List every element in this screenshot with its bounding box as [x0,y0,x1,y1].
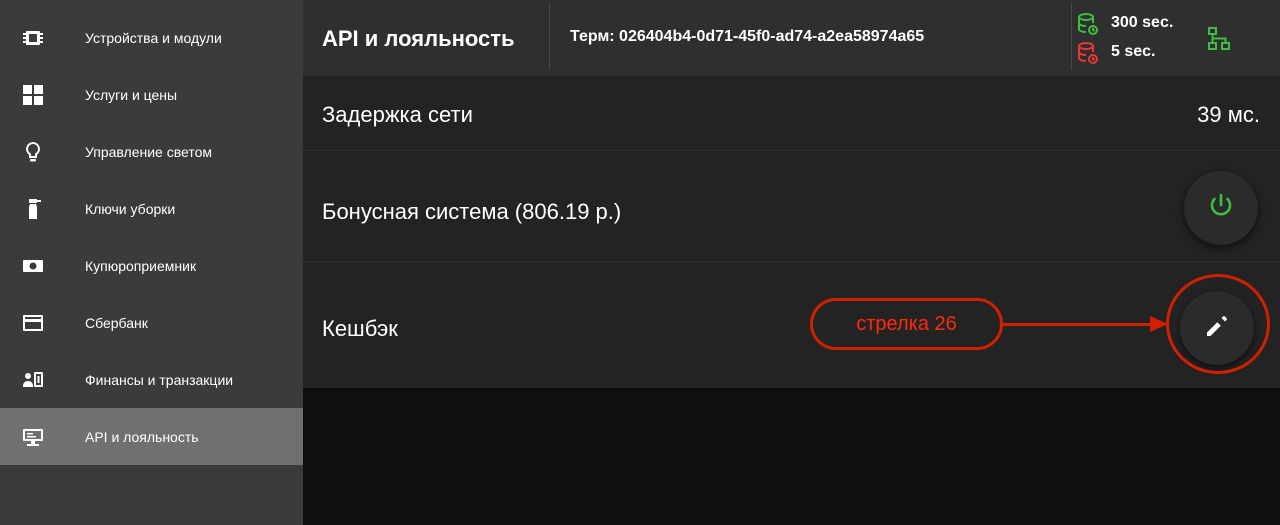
app-window: Устройства и модули Услуги и цены Управл… [0,0,1280,525]
annotation-label: стрелка 26 [810,298,1003,350]
divider [549,4,550,70]
sidebar-item-api-loyalty[interactable]: API и лояльность [0,408,303,465]
terminal-id: Терм: 026404b4-0d71-45f0-ad74-a2ea58974a… [570,28,925,45]
grid-icon [22,84,44,106]
sidebar-item-label: Ключи уборки [85,200,176,217]
sidebar-item-lights[interactable]: Управление светом [0,123,303,180]
sidebar-item-label: Финансы и транзакции [85,371,234,388]
finance-icon [22,369,44,391]
credit-card-icon [22,312,44,334]
network-icon[interactable] [1206,26,1232,52]
row-value: 39 мс. [1197,102,1260,127]
api-monitor-icon [22,426,44,448]
page-title: API и лояльность [322,26,515,51]
status-text-ok: 300 sec. [1111,14,1174,31]
header: API и лояльность Терм: 026404b4-0d71-45f… [303,0,1280,76]
status-text-error: 5 sec. [1111,43,1156,60]
sidebar-item-label: Управление светом [85,143,212,160]
divider [1071,4,1072,70]
row-label: Кешбэк [322,316,398,341]
sidebar-item-label: Сбербанк [85,314,148,331]
sidebar-item-label: API и лояльность [85,428,199,445]
power-icon [1206,191,1236,226]
sidebar-item-label: Купюроприемник [85,257,197,274]
database-sync-icon [1077,41,1099,65]
sidebar: Устройства и модули Услуги и цены Управл… [0,0,303,525]
lightbulb-icon [22,141,44,163]
banknote-icon [22,255,44,277]
sidebar-item-finance[interactable]: Финансы и транзакции [0,351,303,408]
chip-icon [22,27,44,49]
sidebar-item-label: Устройства и модули [85,29,222,46]
annotation-highlight-circle [1166,274,1270,374]
sidebar-item-bill-acceptor[interactable]: Купюроприемник [0,237,303,294]
annotation-arrow-line [1003,323,1153,326]
sidebar-item-label: Услуги и цены [85,86,178,103]
row-label: Задержка сети [322,102,473,127]
list-item: Бонусная система (806.19 р.) [303,151,1280,261]
spray-bottle-icon [22,198,44,220]
settings-panel: Задержка сети 39 мс. Бонусная система (8… [303,76,1280,388]
list-item: Задержка сети 39 мс. [303,76,1280,150]
power-button[interactable] [1184,171,1258,245]
sidebar-item-devices[interactable]: Устройства и модули [0,9,303,66]
sidebar-item-sberbank[interactable]: Сбербанк [0,294,303,351]
database-sync-icon [1077,12,1099,36]
row-label: Бонусная система (806.19 р.) [322,199,622,224]
sidebar-item-services[interactable]: Услуги и цены [0,66,303,123]
sidebar-item-cleaning-keys[interactable]: Ключи уборки [0,180,303,237]
